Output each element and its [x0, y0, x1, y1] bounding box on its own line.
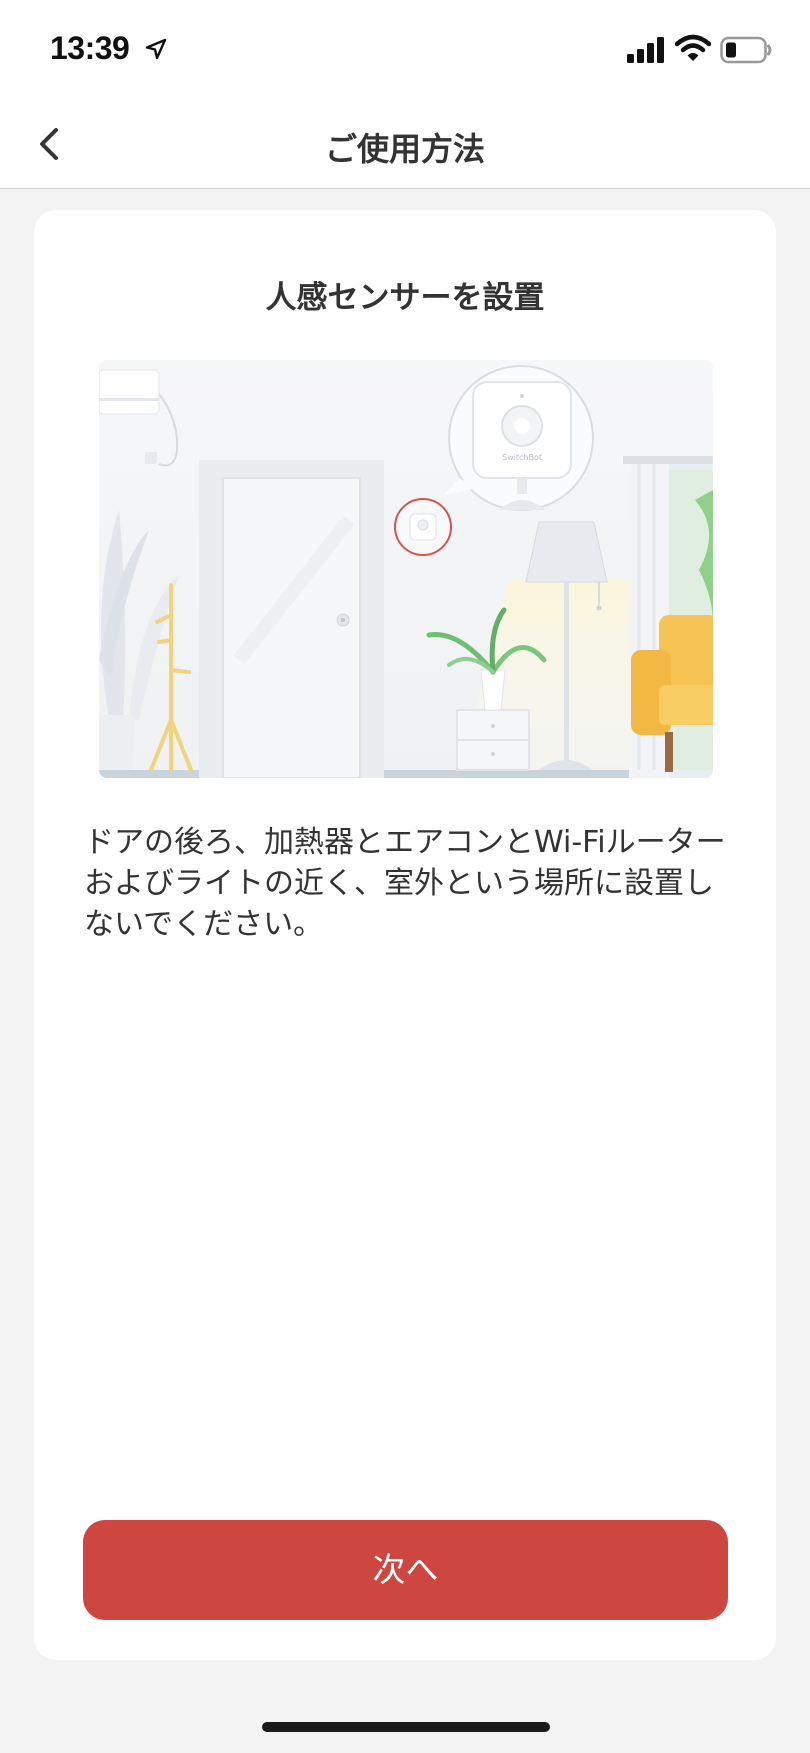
status-time: 13:39	[50, 30, 130, 66]
page-title: ご使用方法	[324, 130, 485, 168]
door-illustration	[199, 460, 384, 778]
nav-bar: ご使用方法	[0, 100, 810, 189]
motion-sensor-highlight	[394, 498, 452, 556]
cellular-signal-icon	[627, 37, 664, 63]
instruction-text: ドアの後ろ、加熱器とエアコンとWi-Fiルーターおよびライトの近く、室外という場…	[84, 825, 726, 942]
location-arrow-icon	[145, 38, 167, 60]
status-bar: 13:39	[0, 0, 810, 100]
battery-icon	[720, 36, 772, 64]
next-button[interactable]: 次へ	[83, 1520, 728, 1620]
instruction-card: 人感センサーを設置 SwitchBot ドアの後ろ、加熱器とエアコンとWi-Fi…	[34, 210, 776, 1660]
wifi-icon	[675, 34, 711, 61]
card-title: 人感センサーを設置	[265, 280, 545, 316]
room-illustration: SwitchBot	[99, 360, 713, 778]
home-indicator[interactable]	[262, 1722, 550, 1732]
device-brand-label: SwitchBot	[502, 453, 542, 462]
